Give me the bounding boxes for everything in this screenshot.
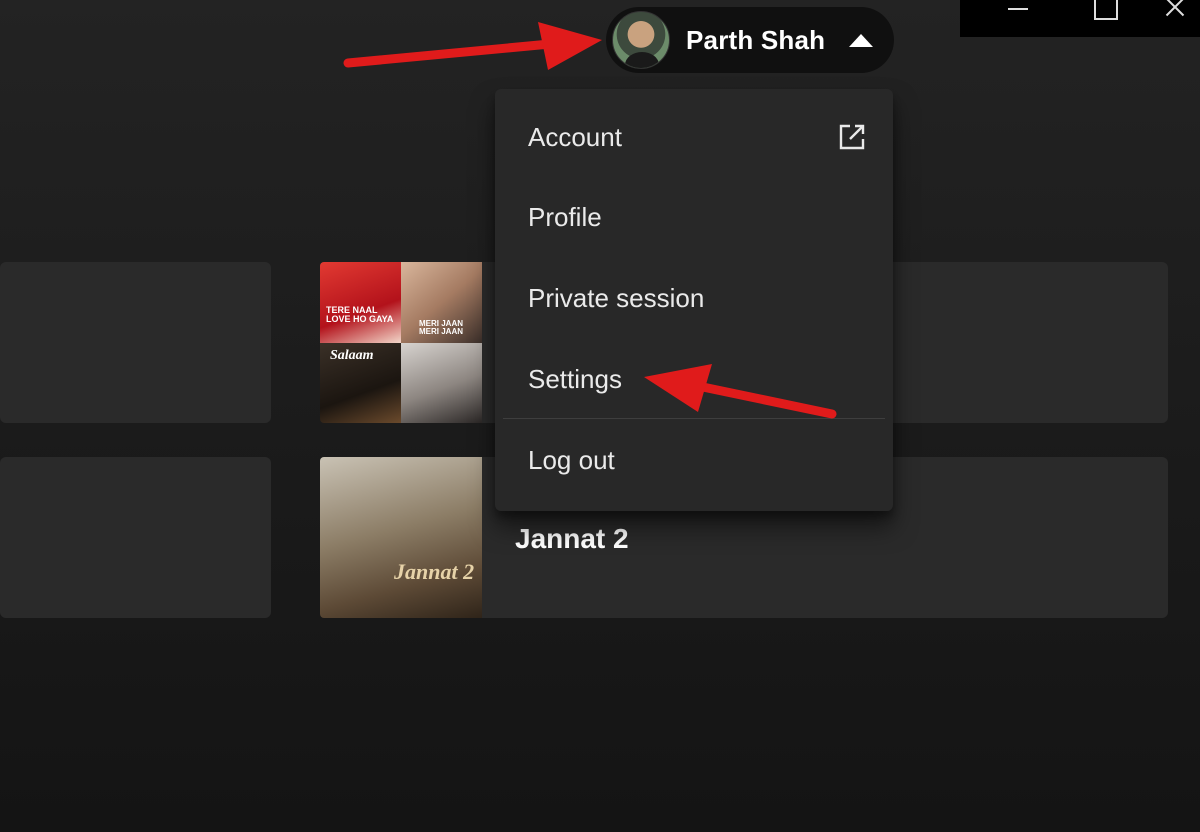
card-title: Jannat 2 (515, 523, 629, 554)
cover-tile-text: Salaam (330, 347, 374, 363)
maximize-button[interactable] (1062, 0, 1150, 37)
menu-item-private-session[interactable]: Private session (495, 257, 893, 340)
cover-tile: Salaam (320, 342, 401, 423)
cover-tile-text: Tere Naal Love Ho Gaya (326, 305, 394, 324)
menu-item-profile[interactable]: Profile (495, 177, 893, 257)
user-menu-button[interactable]: Parth Shah (606, 7, 894, 73)
avatar (612, 11, 670, 69)
recent-card[interactable] (0, 262, 271, 423)
cover-tile (401, 342, 482, 423)
playlist-cover-mosaic: Tere Naal Love Ho Gaya Meri Jaan Meri Ja… (320, 262, 482, 423)
minimize-button[interactable] (974, 0, 1062, 37)
window-controls (960, 0, 1200, 37)
user-dropdown-menu: Account Profile Private session Settings… (495, 89, 893, 511)
cover-tile-text: Meri Jaan Meri Jaan (419, 319, 464, 336)
close-window-button[interactable] (1150, 0, 1200, 37)
recent-card[interactable] (0, 457, 271, 618)
user-name: Parth Shah (686, 24, 826, 55)
annotation-arrow-user (343, 22, 602, 70)
menu-item-label: Settings (528, 363, 622, 394)
menu-item-label: Account (528, 121, 622, 152)
cover-tile: Meri Jaan Meri Jaan (401, 262, 482, 343)
menu-item-settings[interactable]: Settings (495, 340, 893, 418)
external-link-icon (837, 122, 867, 152)
menu-item-account[interactable]: Account (495, 97, 893, 177)
menu-item-label: Log out (528, 444, 615, 475)
menu-item-label: Private session (528, 283, 705, 313)
cover-tile: Tere Naal Love Ho Gaya (320, 262, 401, 343)
album-cover: Jannat 2 (320, 457, 482, 618)
menu-item-label: Profile (528, 201, 602, 232)
menu-item-log-out[interactable]: Log out (495, 419, 893, 501)
caret-up-icon (849, 33, 874, 47)
cover-tile-text: Jannat 2 (394, 559, 475, 584)
